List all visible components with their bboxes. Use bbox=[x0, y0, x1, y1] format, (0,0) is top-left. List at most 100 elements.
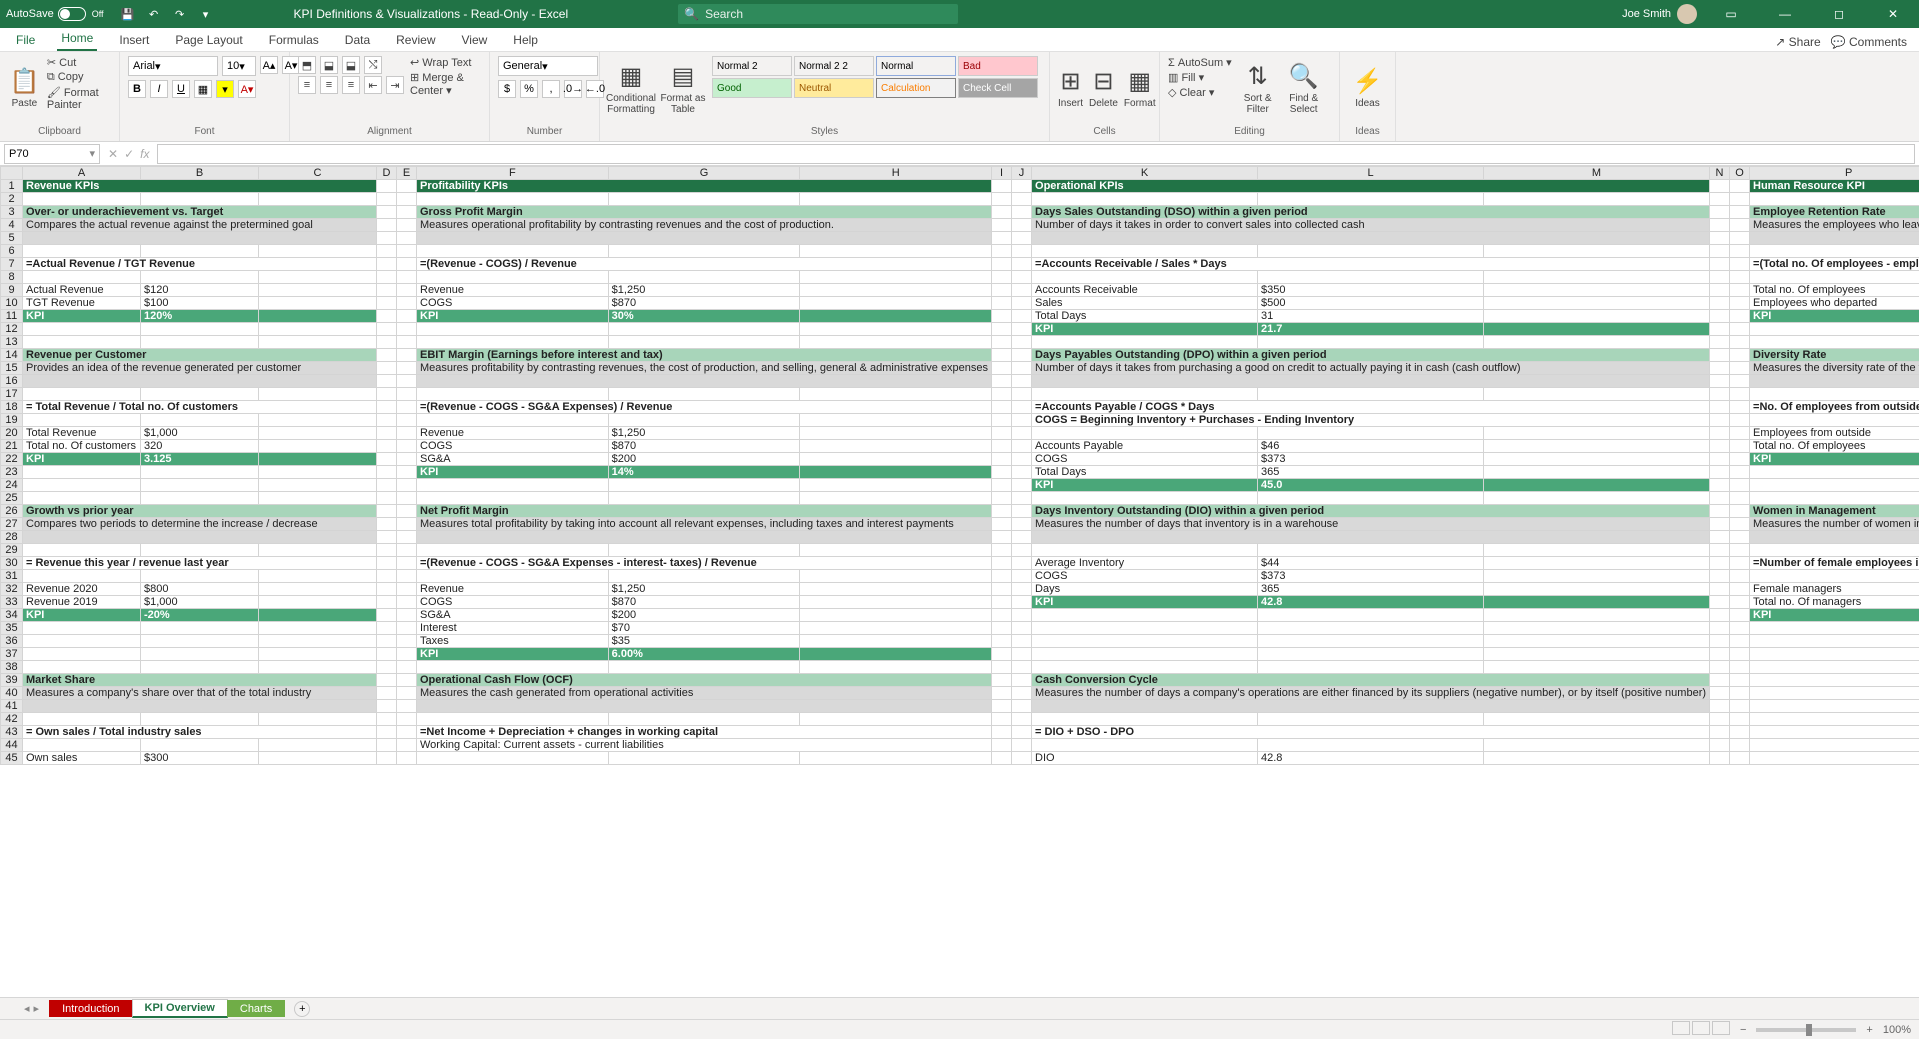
cell-E43[interactable] bbox=[397, 726, 417, 739]
cell-N5[interactable] bbox=[1710, 232, 1730, 245]
cell-I34[interactable] bbox=[992, 609, 1012, 622]
autosum-button[interactable]: Σ AutoSum ▾ bbox=[1168, 56, 1232, 69]
cell-G19[interactable] bbox=[608, 414, 800, 427]
cell-E16[interactable] bbox=[397, 375, 417, 388]
cell-E22[interactable] bbox=[397, 453, 417, 466]
cell-J37[interactable] bbox=[1012, 648, 1032, 661]
cell-B31[interactable] bbox=[141, 570, 259, 583]
cell-G12[interactable] bbox=[608, 323, 800, 336]
cell-F24[interactable] bbox=[417, 479, 609, 492]
cell-G2[interactable] bbox=[608, 193, 800, 206]
cell-F13[interactable] bbox=[417, 336, 609, 349]
cell-N36[interactable] bbox=[1710, 635, 1730, 648]
cell-D16[interactable] bbox=[377, 375, 397, 388]
formula-bar[interactable] bbox=[157, 144, 1915, 164]
cell-K9[interactable]: Accounts Receivable bbox=[1032, 284, 1258, 297]
cell-A43[interactable]: = Own sales / Total industry sales bbox=[23, 726, 377, 739]
cell-N33[interactable] bbox=[1710, 596, 1730, 609]
zoom-slider[interactable] bbox=[1756, 1028, 1856, 1032]
sheet-tab-introduction[interactable]: Introduction bbox=[49, 1000, 132, 1017]
cell-D9[interactable] bbox=[377, 284, 397, 297]
cell-E41[interactable] bbox=[397, 700, 417, 713]
cell-F31[interactable] bbox=[417, 570, 609, 583]
cell-I27[interactable] bbox=[992, 518, 1012, 531]
cell-H34[interactable] bbox=[800, 609, 992, 622]
cell-L20[interactable] bbox=[1258, 427, 1484, 440]
cell-F32[interactable]: Revenue bbox=[417, 583, 609, 596]
cell-I36[interactable] bbox=[992, 635, 1012, 648]
cell-B36[interactable] bbox=[141, 635, 259, 648]
cell-B21[interactable]: 320 bbox=[141, 440, 259, 453]
conditional-formatting-button[interactable]: ▦Conditional Formatting bbox=[608, 56, 654, 120]
cell-L42[interactable] bbox=[1258, 713, 1484, 726]
cell-H23[interactable] bbox=[800, 466, 992, 479]
cell-A21[interactable]: Total no. Of customers bbox=[23, 440, 141, 453]
cell-F5[interactable] bbox=[417, 232, 992, 245]
cell-K21[interactable]: Accounts Payable bbox=[1032, 440, 1258, 453]
cell-J41[interactable] bbox=[1012, 700, 1032, 713]
cell-E25[interactable] bbox=[397, 492, 417, 505]
cell-D43[interactable] bbox=[377, 726, 397, 739]
font-name-select[interactable]: Arial ▾ bbox=[128, 56, 218, 76]
cell-N39[interactable] bbox=[1710, 674, 1730, 687]
cell-O17[interactable] bbox=[1730, 388, 1750, 401]
cell-F15[interactable]: Measures profitability by contrasting re… bbox=[417, 362, 992, 375]
cell-I9[interactable] bbox=[992, 284, 1012, 297]
cell-I11[interactable] bbox=[992, 310, 1012, 323]
cell-P30[interactable]: =Number of female employees in managemen… bbox=[1750, 557, 1919, 570]
clear-button[interactable]: ◇ Clear ▾ bbox=[1168, 86, 1232, 99]
cell-L9[interactable]: 350 bbox=[1258, 284, 1484, 297]
cell-E19[interactable] bbox=[397, 414, 417, 427]
cell-P31[interactable] bbox=[1750, 570, 1919, 583]
cell-M12[interactable] bbox=[1484, 323, 1710, 336]
cell-C33[interactable] bbox=[259, 596, 377, 609]
cell-B11[interactable]: 120% bbox=[141, 310, 259, 323]
cell-G6[interactable] bbox=[608, 245, 800, 258]
bold-button[interactable]: B bbox=[128, 80, 146, 98]
cell-P24[interactable] bbox=[1750, 479, 1919, 492]
cell-E32[interactable] bbox=[397, 583, 417, 596]
cell-G32[interactable]: 1,250 bbox=[608, 583, 800, 596]
cell-F29[interactable] bbox=[417, 544, 609, 557]
cell-O43[interactable] bbox=[1730, 726, 1750, 739]
cell-E30[interactable] bbox=[397, 557, 417, 570]
cell-L2[interactable] bbox=[1258, 193, 1484, 206]
cell-L17[interactable] bbox=[1258, 388, 1484, 401]
cell-P4[interactable]: Measures the employees who leave (volunt… bbox=[1750, 219, 1919, 232]
cell-P19[interactable] bbox=[1750, 414, 1919, 427]
cell-A39[interactable]: Market Share bbox=[23, 674, 377, 687]
zoom-in-icon[interactable]: + bbox=[1866, 1024, 1872, 1036]
cell-P45[interactable] bbox=[1750, 752, 1919, 765]
cell-J42[interactable] bbox=[1012, 713, 1032, 726]
cell-J16[interactable] bbox=[1012, 375, 1032, 388]
cell-J4[interactable] bbox=[1012, 219, 1032, 232]
cell-K10[interactable]: Sales bbox=[1032, 297, 1258, 310]
cell-N21[interactable] bbox=[1710, 440, 1730, 453]
cell-A4[interactable]: Compares the actual revenue against the … bbox=[23, 219, 377, 232]
cell-M31[interactable] bbox=[1484, 570, 1710, 583]
cell-M10[interactable] bbox=[1484, 297, 1710, 310]
percent-format-icon[interactable]: % bbox=[520, 80, 538, 98]
cell-P38[interactable] bbox=[1750, 661, 1919, 674]
cell-N23[interactable] bbox=[1710, 466, 1730, 479]
cell-M21[interactable] bbox=[1484, 440, 1710, 453]
cell-P10[interactable]: Employees who departed bbox=[1750, 297, 1919, 310]
cell-H36[interactable] bbox=[800, 635, 992, 648]
cell-C12[interactable] bbox=[259, 323, 377, 336]
cell-B37[interactable] bbox=[141, 648, 259, 661]
cell-A1[interactable]: Revenue KPIs bbox=[23, 180, 377, 193]
cell-P3[interactable]: Employee Retention Rate bbox=[1750, 206, 1919, 219]
cell-C34[interactable] bbox=[259, 609, 377, 622]
cell-G34[interactable]: 200 bbox=[608, 609, 800, 622]
comments-button[interactable]: 💬 Comments bbox=[1831, 35, 1907, 49]
cell-M45[interactable] bbox=[1484, 752, 1710, 765]
cell-P32[interactable]: Female managers bbox=[1750, 583, 1919, 596]
cell-D3[interactable] bbox=[377, 206, 397, 219]
cell-G8[interactable] bbox=[608, 271, 800, 284]
cell-H42[interactable] bbox=[800, 713, 992, 726]
cell-D2[interactable] bbox=[377, 193, 397, 206]
cell-C21[interactable] bbox=[259, 440, 377, 453]
cell-K30[interactable]: Average Inventory bbox=[1032, 557, 1258, 570]
cell-B19[interactable] bbox=[141, 414, 259, 427]
cell-K4[interactable]: Number of days it takes in order to conv… bbox=[1032, 219, 1710, 232]
